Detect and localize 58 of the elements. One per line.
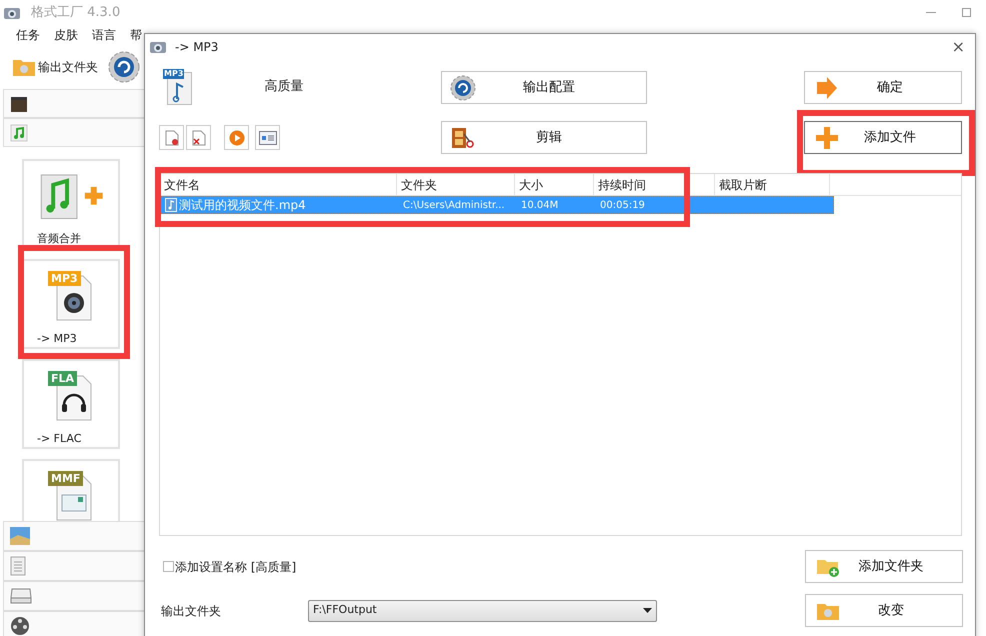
menu-item[interactable]: 语言 <box>92 25 116 45</box>
audio-file-icon <box>165 198 177 212</box>
conversion-tile[interactable]: MP3 -> MP3 <box>22 259 120 349</box>
close-icon[interactable]: × <box>952 39 965 55</box>
dialog-title: -> MP3 <box>175 39 218 56</box>
file-type-badge: MMF <box>48 471 84 486</box>
column-header[interactable]: 大小 <box>515 174 594 195</box>
clear-list-icon <box>192 130 206 146</box>
film-reel-icon <box>10 616 30 636</box>
info-button[interactable] <box>255 125 280 150</box>
clapperboard-icon <box>10 94 28 112</box>
maximize-icon[interactable] <box>962 8 971 17</box>
remove-button[interactable] <box>159 125 184 150</box>
music-note-icon <box>10 124 28 142</box>
table-cell-text: 00:05:19 <box>600 198 645 212</box>
column-header[interactable]: 截取片断 <box>715 174 830 195</box>
media-info-icon <box>258 130 276 144</box>
table-cell-text: 10.04M <box>521 198 558 212</box>
landscape-icon <box>10 527 30 545</box>
window-title: 格式工厂 4.3.0 <box>31 4 120 22</box>
column-header[interactable]: 文件夹 <box>397 174 515 195</box>
plus-icon <box>815 126 839 150</box>
file-type-badge: MP3 <box>163 68 184 78</box>
ok-button[interactable]: 确定 <box>804 71 962 104</box>
file-type-badge: MP3 <box>48 271 81 286</box>
output-settings-button[interactable]: 输出配置 <box>441 71 647 104</box>
clear-button[interactable] <box>186 125 211 150</box>
change-button[interactable]: 改变 <box>805 594 963 627</box>
file-type-badge: FLA <box>48 371 78 386</box>
folder-icon <box>12 57 36 77</box>
document-icon <box>10 556 26 576</box>
menu-item[interactable]: 皮肤 <box>54 25 78 45</box>
gear-icon <box>450 74 476 100</box>
preset-label: 高质量 <box>264 78 304 96</box>
column-header[interactable]: 文件名 <box>160 174 397 195</box>
disc-drive-icon <box>10 587 32 605</box>
add-folder-button[interactable]: 添加文件夹 <box>805 550 963 583</box>
menu-item[interactable]: 任务 <box>16 25 40 45</box>
app-logo-icon <box>149 39 167 55</box>
output-folder-dropdown[interactable]: F:\FFOutput <box>308 600 657 622</box>
add-file-button[interactable]: 添加文件 <box>804 121 962 154</box>
output-folder-label: 输出文件夹 <box>161 602 222 620</box>
output-folder-toolbar-button[interactable]: 输出文件夹 <box>12 57 98 77</box>
film-scissors-icon <box>450 126 476 150</box>
table-cell-text: C:\Users\Administr... <box>403 198 505 212</box>
remove-file-icon <box>164 130 178 146</box>
column-header[interactable]: 持续时间 <box>594 174 715 195</box>
play-button[interactable] <box>224 125 249 150</box>
clip-button[interactable]: 剪辑 <box>441 121 647 154</box>
conversion-tile[interactable]: MMF <box>22 459 120 521</box>
play-icon <box>228 130 244 146</box>
menu-item[interactable]: 帮 <box>130 25 142 45</box>
arrow-right-icon <box>815 76 839 100</box>
gear-icon[interactable] <box>108 51 140 83</box>
dropdown-arrow-icon <box>643 608 652 613</box>
table-cell-text: 测试用的视频文件.mp4 <box>179 197 306 214</box>
setting-name-checkbox[interactable]: 添加设置名称 [高质量] <box>163 558 805 576</box>
conversion-tile[interactable]: FLA -> FLAC <box>22 359 120 449</box>
